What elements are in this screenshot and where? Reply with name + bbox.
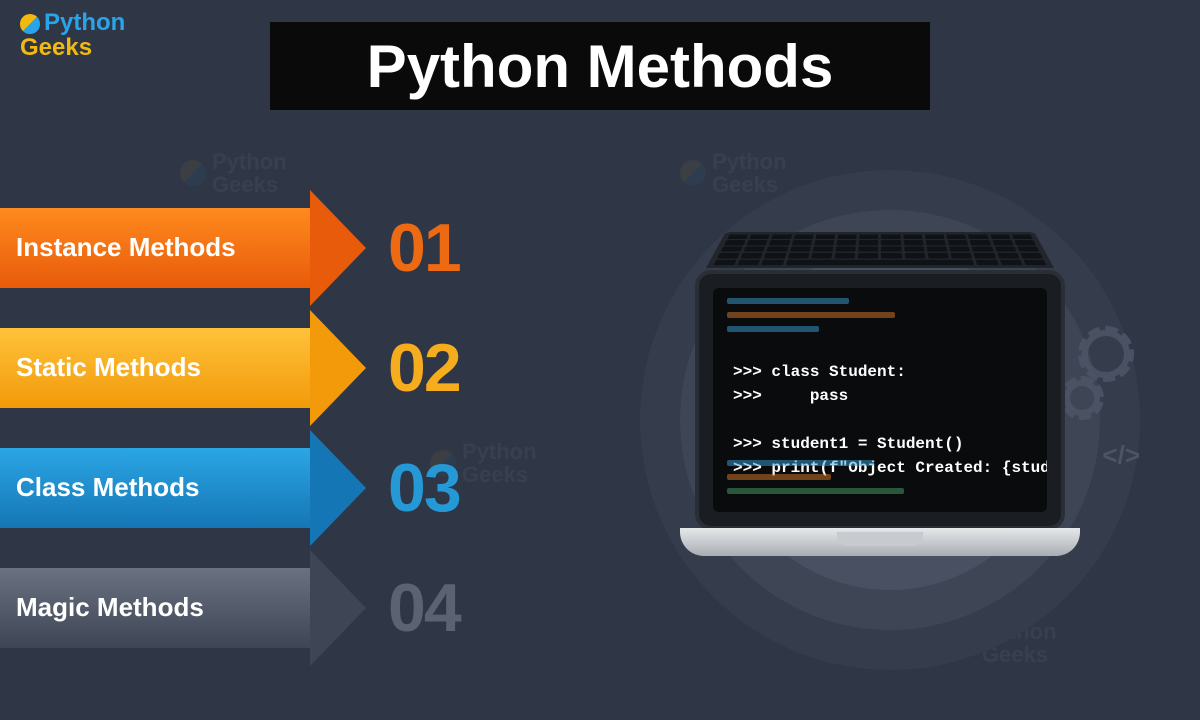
- laptop-illustration: >>> class Student: >>> pass >>> student1…: [680, 270, 1080, 556]
- laptop-screen: >>> class Student: >>> pass >>> student1…: [713, 288, 1047, 512]
- watermark: PythonGeeks: [680, 150, 787, 196]
- brand-logo: Python Geeks: [20, 10, 125, 60]
- method-number: 01: [388, 209, 460, 287]
- laptop-keyboard: [706, 232, 1054, 268]
- arrow-instance-methods: Instance Methods: [0, 208, 310, 288]
- page-title: Python Methods: [367, 32, 834, 101]
- method-list: Instance Methods 01 Static Methods 02 Cl…: [0, 200, 460, 680]
- logo-text-1: Python: [44, 9, 125, 36]
- title-banner: Python Methods: [270, 22, 930, 110]
- method-label: Magic Methods: [16, 592, 204, 623]
- arrow-class-methods: Class Methods: [0, 448, 310, 528]
- watermark: PythonGeeks: [180, 150, 287, 196]
- method-label: Class Methods: [16, 472, 200, 503]
- code-bracket-icon: </>: [1102, 440, 1140, 471]
- python-logo-icon: [20, 14, 40, 34]
- logo-text-2: Geeks: [20, 35, 125, 60]
- method-number: 03: [388, 449, 460, 527]
- arrow-static-methods: Static Methods: [0, 328, 310, 408]
- method-label: Static Methods: [16, 352, 201, 383]
- list-item: Static Methods 02: [0, 320, 460, 415]
- laptop-hinge-notch: [837, 532, 923, 546]
- laptop-base: [680, 528, 1080, 556]
- arrow-magic-methods: Magic Methods: [0, 568, 310, 648]
- method-number: 04: [388, 569, 460, 647]
- method-number: 02: [388, 329, 460, 407]
- laptop-screen-frame: >>> class Student: >>> pass >>> student1…: [695, 270, 1065, 530]
- list-item: Class Methods 03: [0, 440, 460, 535]
- gear-icon: [1082, 330, 1130, 378]
- list-item: Magic Methods 04: [0, 560, 460, 655]
- list-item: Instance Methods 01: [0, 200, 460, 295]
- method-label: Instance Methods: [16, 232, 236, 263]
